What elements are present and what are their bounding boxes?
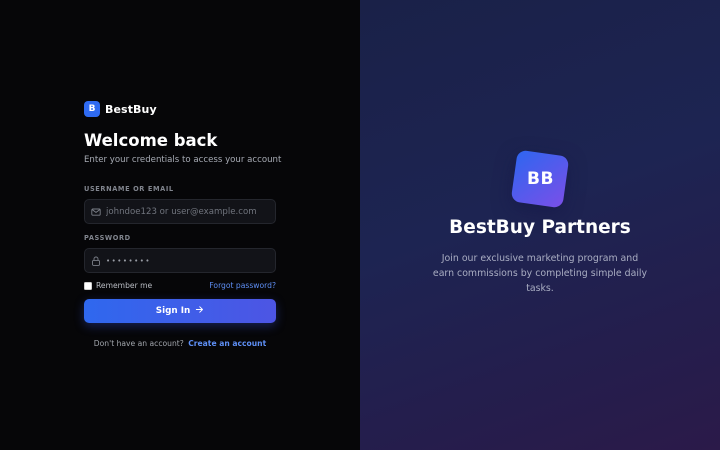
- hero-title: BestBuy Partners: [449, 217, 631, 238]
- password-field[interactable]: [84, 248, 276, 273]
- username-field[interactable]: [84, 199, 276, 224]
- brand-logo: B: [84, 101, 100, 117]
- sign-in-button[interactable]: Sign In: [84, 299, 276, 323]
- mail-icon: [91, 207, 101, 217]
- signup-prompt-text: Don't have an account?: [93, 339, 184, 348]
- remember-me[interactable]: Remember me: [84, 281, 152, 290]
- page-subtitle: Enter your credentials to access your ac…: [84, 155, 282, 165]
- forgot-password-link[interactable]: Forgot password?: [209, 281, 276, 290]
- hero-logo-text: BB: [526, 168, 554, 189]
- username-input[interactable]: [106, 206, 275, 217]
- password-label: PASSWORD: [84, 234, 131, 242]
- brand: B BestBuy: [84, 101, 157, 117]
- hero-logo: BB: [510, 149, 570, 209]
- brand-name: BestBuy: [105, 102, 157, 116]
- remember-label: Remember me: [96, 281, 153, 290]
- password-input[interactable]: [106, 255, 275, 266]
- hero-description: Join our exclusive marketing program and…: [432, 253, 648, 294]
- create-account-link[interactable]: Create an account: [188, 339, 266, 348]
- login-panel: B BestBuy Welcome back Enter your creden…: [0, 0, 360, 450]
- remember-checkbox[interactable]: [84, 281, 92, 290]
- username-label: USERNAME OR EMAIL: [84, 185, 174, 193]
- arrow-right-icon: [195, 305, 204, 317]
- lock-icon: [91, 256, 101, 266]
- signup-prompt: Don't have an account? Create an account: [84, 339, 276, 348]
- sign-in-label: Sign In: [155, 306, 191, 316]
- page-title: Welcome back: [84, 131, 218, 150]
